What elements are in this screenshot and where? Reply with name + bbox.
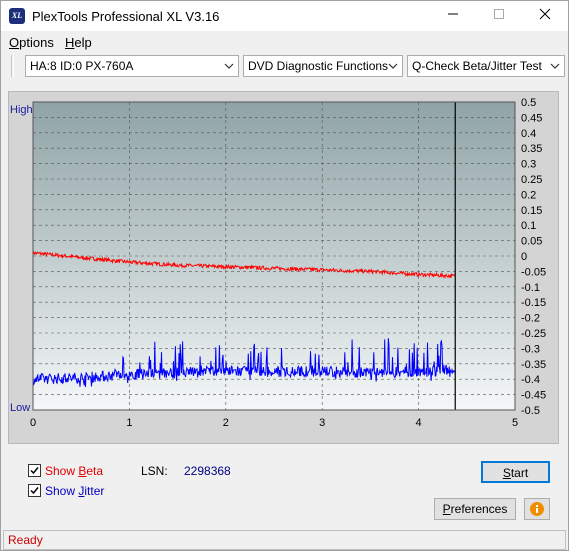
x-tick-label: 3 (319, 417, 325, 429)
chart-panel: High Low 0.5 0.45 0.4 0.35 0.3 0.25 0.2 0.15 0.1… (8, 91, 559, 444)
test-select[interactable]: Q-Check Beta/Jitter Test (407, 55, 565, 77)
y-tick-label: 0.45 (521, 112, 542, 124)
checkmark-icon (30, 467, 39, 475)
y-tick-label: 0.25 (521, 174, 542, 186)
y-tick-label: 0.05 (521, 236, 542, 248)
title-bar: XL PlexTools Professional XL V3.16 (1, 1, 568, 31)
menu-bar: Options Help (1, 32, 568, 52)
y-tick-label: -0.45 (521, 390, 546, 402)
test-select-value: Q-Check Beta/Jitter Test (412, 59, 542, 73)
chevron-down-icon (550, 63, 560, 69)
y-tick-label: 0.1 (521, 220, 536, 232)
show-jitter-label[interactable]: Show Jitter (45, 484, 104, 498)
y-tick-label: -0.05 (521, 266, 546, 278)
minimize-icon (448, 13, 458, 15)
close-button[interactable] (522, 1, 568, 31)
y-tick-label: -0.3 (521, 343, 540, 355)
y-tick-label: 0.4 (521, 128, 536, 140)
maximize-button[interactable] (476, 1, 522, 31)
start-button[interactable]: Start (481, 461, 550, 483)
chevron-down-icon (388, 63, 398, 69)
axis-high-label: High (10, 104, 33, 116)
start-button-label: Start (502, 466, 529, 480)
preferences-button[interactable]: Preferences (434, 498, 516, 520)
lsn-value: 2298368 (184, 464, 231, 478)
show-beta-label[interactable]: Show Beta (45, 464, 103, 478)
category-select-value: DVD Diagnostic Functions (248, 59, 389, 73)
beta-jitter-chart: High Low 0.50.450.40.350.30.250.20.150.1… (10, 97, 546, 429)
status-bar: Ready (3, 530, 566, 550)
minimize-button[interactable] (430, 1, 476, 31)
y-tick-label: -0.1 (521, 282, 540, 294)
drive-select-value: HA:8 ID:0 PX-760A (30, 59, 134, 73)
category-select[interactable]: DVD Diagnostic Functions (243, 55, 403, 77)
y-tick-label: 0.35 (521, 143, 542, 155)
preferences-button-label: Preferences (442, 502, 508, 516)
y-tick-label: -0.25 (521, 328, 546, 340)
y-tick-label: 0 (521, 251, 527, 263)
menu-options-label: Options (9, 35, 54, 50)
menu-help[interactable]: Help (65, 35, 92, 50)
toolbar-grip[interactable] (11, 55, 14, 77)
y-tick-label: -0.4 (521, 374, 540, 386)
app-logo-icon: XL (9, 8, 25, 24)
close-icon (539, 8, 551, 20)
x-tick-label: 2 (223, 417, 229, 429)
lsn-label: LSN: (141, 464, 168, 478)
maximize-icon (494, 9, 504, 19)
info-icon (530, 502, 544, 516)
window-title: PlexTools Professional XL V3.16 (32, 9, 220, 24)
y-tick-label: -0.15 (521, 297, 546, 309)
menu-help-label: Help (65, 35, 92, 50)
y-tick-label: -0.5 (521, 405, 540, 417)
app-window: XL PlexTools Professional XL V3.16 Optio… (0, 0, 569, 551)
show-jitter-checkbox[interactable] (28, 484, 41, 497)
y-tick-label: 0.2 (521, 189, 536, 201)
x-tick-label: 4 (416, 417, 422, 429)
chevron-down-icon (224, 63, 234, 69)
y-tick-label: 0.5 (521, 97, 536, 109)
y-tick-label: -0.35 (521, 359, 546, 371)
checkmark-icon (30, 487, 39, 495)
x-tick-label: 0 (30, 417, 36, 429)
y-tick-label: 0.3 (521, 159, 536, 171)
x-tick-label: 5 (512, 417, 518, 429)
info-button[interactable] (524, 498, 550, 520)
y-tick-label: 0.15 (521, 205, 542, 217)
axis-low-label: Low (10, 402, 30, 414)
status-text: Ready (8, 533, 43, 547)
y-tick-label: -0.2 (521, 313, 540, 325)
toolbar: HA:8 ID:0 PX-760A DVD Diagnostic Functio… (1, 52, 568, 82)
x-tick-label: 1 (126, 417, 132, 429)
show-beta-checkbox[interactable] (28, 464, 41, 477)
menu-options[interactable]: Options (9, 35, 54, 50)
drive-select[interactable]: HA:8 ID:0 PX-760A (25, 55, 239, 77)
